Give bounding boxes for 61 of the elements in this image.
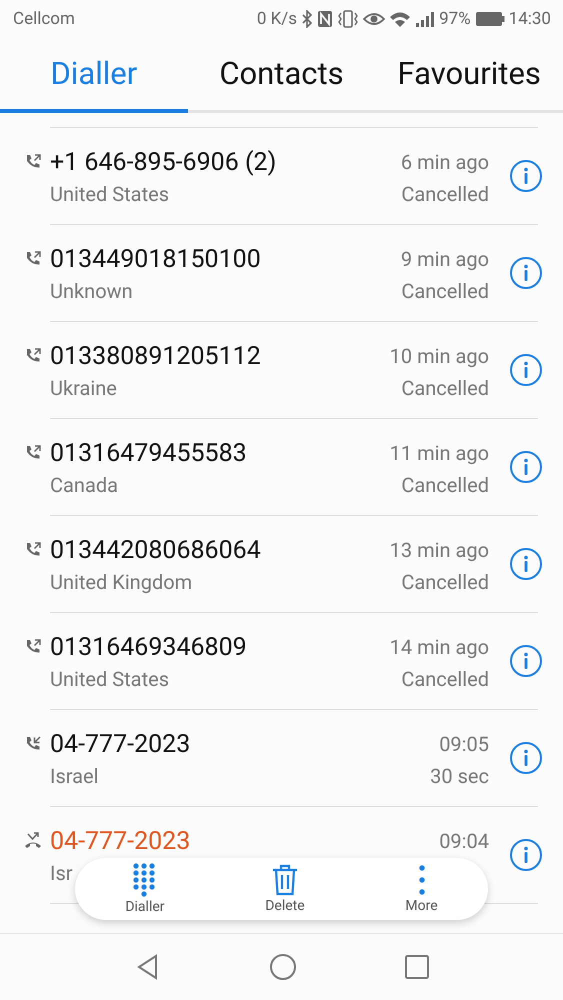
tab[interactable]: Dialler	[0, 38, 188, 113]
call-status: Cancelled	[400, 472, 489, 499]
call-status: Cancelled	[400, 278, 489, 305]
info-icon[interactable]	[509, 353, 543, 387]
trash-icon	[270, 864, 299, 896]
battery-icon	[474, 11, 505, 27]
call-status: 30 sec	[430, 763, 489, 790]
call-location: Isr	[50, 860, 73, 887]
signal-icon	[415, 11, 436, 27]
call-time: 09:04	[439, 828, 489, 855]
call-location: United States	[50, 666, 170, 693]
call-location: Israel	[50, 763, 98, 790]
phone-number: 01316479455583	[50, 438, 247, 468]
phone-number: 04-777-2023	[50, 826, 190, 856]
call-location: United Kingdom	[50, 569, 192, 596]
info-icon[interactable]	[509, 159, 543, 193]
phone-number: 013449018150100	[50, 244, 261, 274]
phone-number: 01316469346809	[50, 632, 247, 662]
vibrate-icon	[337, 10, 360, 28]
phone-number: 013380891205112	[50, 342, 261, 370]
clock-time: 14:30	[508, 9, 551, 29]
call-time: 13 min ago	[390, 537, 489, 564]
call-status: Cancelled	[400, 666, 489, 693]
toolbar-button[interactable]: Dialler	[115, 863, 175, 915]
eye-icon	[363, 11, 386, 27]
call-time: 14 min ago	[390, 634, 489, 661]
battery-percent: 97%	[439, 9, 471, 29]
call-status: Cancelled	[400, 569, 489, 596]
recents-icon[interactable]	[404, 954, 430, 980]
toolbar-button[interactable]: More	[395, 864, 448, 914]
home-icon[interactable]	[268, 953, 296, 981]
info-icon[interactable]	[509, 644, 543, 678]
call-time: 11 min ago	[390, 440, 489, 467]
wifi-icon	[389, 10, 412, 28]
call-time: 6 min ago	[400, 149, 489, 176]
tab[interactable]: Contacts	[188, 38, 376, 113]
call-location: United States	[50, 181, 170, 208]
call-status: Cancelled	[400, 375, 489, 402]
missed-call-icon	[24, 832, 42, 850]
bluetooth-icon	[301, 10, 314, 28]
nfc-icon	[317, 10, 334, 28]
call-location: Unknown	[50, 278, 133, 305]
carrier-name: Cellcom	[13, 9, 75, 29]
phone-number: 013442080686064	[50, 536, 261, 564]
info-icon[interactable]	[509, 256, 543, 290]
call-location: Canada	[50, 472, 118, 499]
info-icon[interactable]	[509, 741, 543, 775]
call-time: 10 min ago	[390, 343, 489, 370]
tab[interactable]: Favourites	[375, 38, 563, 113]
phone-number: +1 646-895-6906 (2)	[50, 148, 276, 176]
more-icon	[418, 864, 426, 896]
call-time: 9 min ago	[400, 246, 489, 273]
call-location: Ukraine	[50, 375, 117, 402]
info-icon[interactable]	[509, 450, 543, 484]
info-icon[interactable]	[509, 838, 543, 872]
network-speed: 0 K/s	[256, 9, 298, 29]
call-status: Cancelled	[400, 181, 489, 208]
toolbar-button[interactable]: Delete	[255, 864, 315, 914]
phone-number: 04-777-2023	[50, 730, 190, 758]
call-time: 09:05	[438, 731, 489, 758]
info-icon[interactable]	[509, 547, 543, 581]
